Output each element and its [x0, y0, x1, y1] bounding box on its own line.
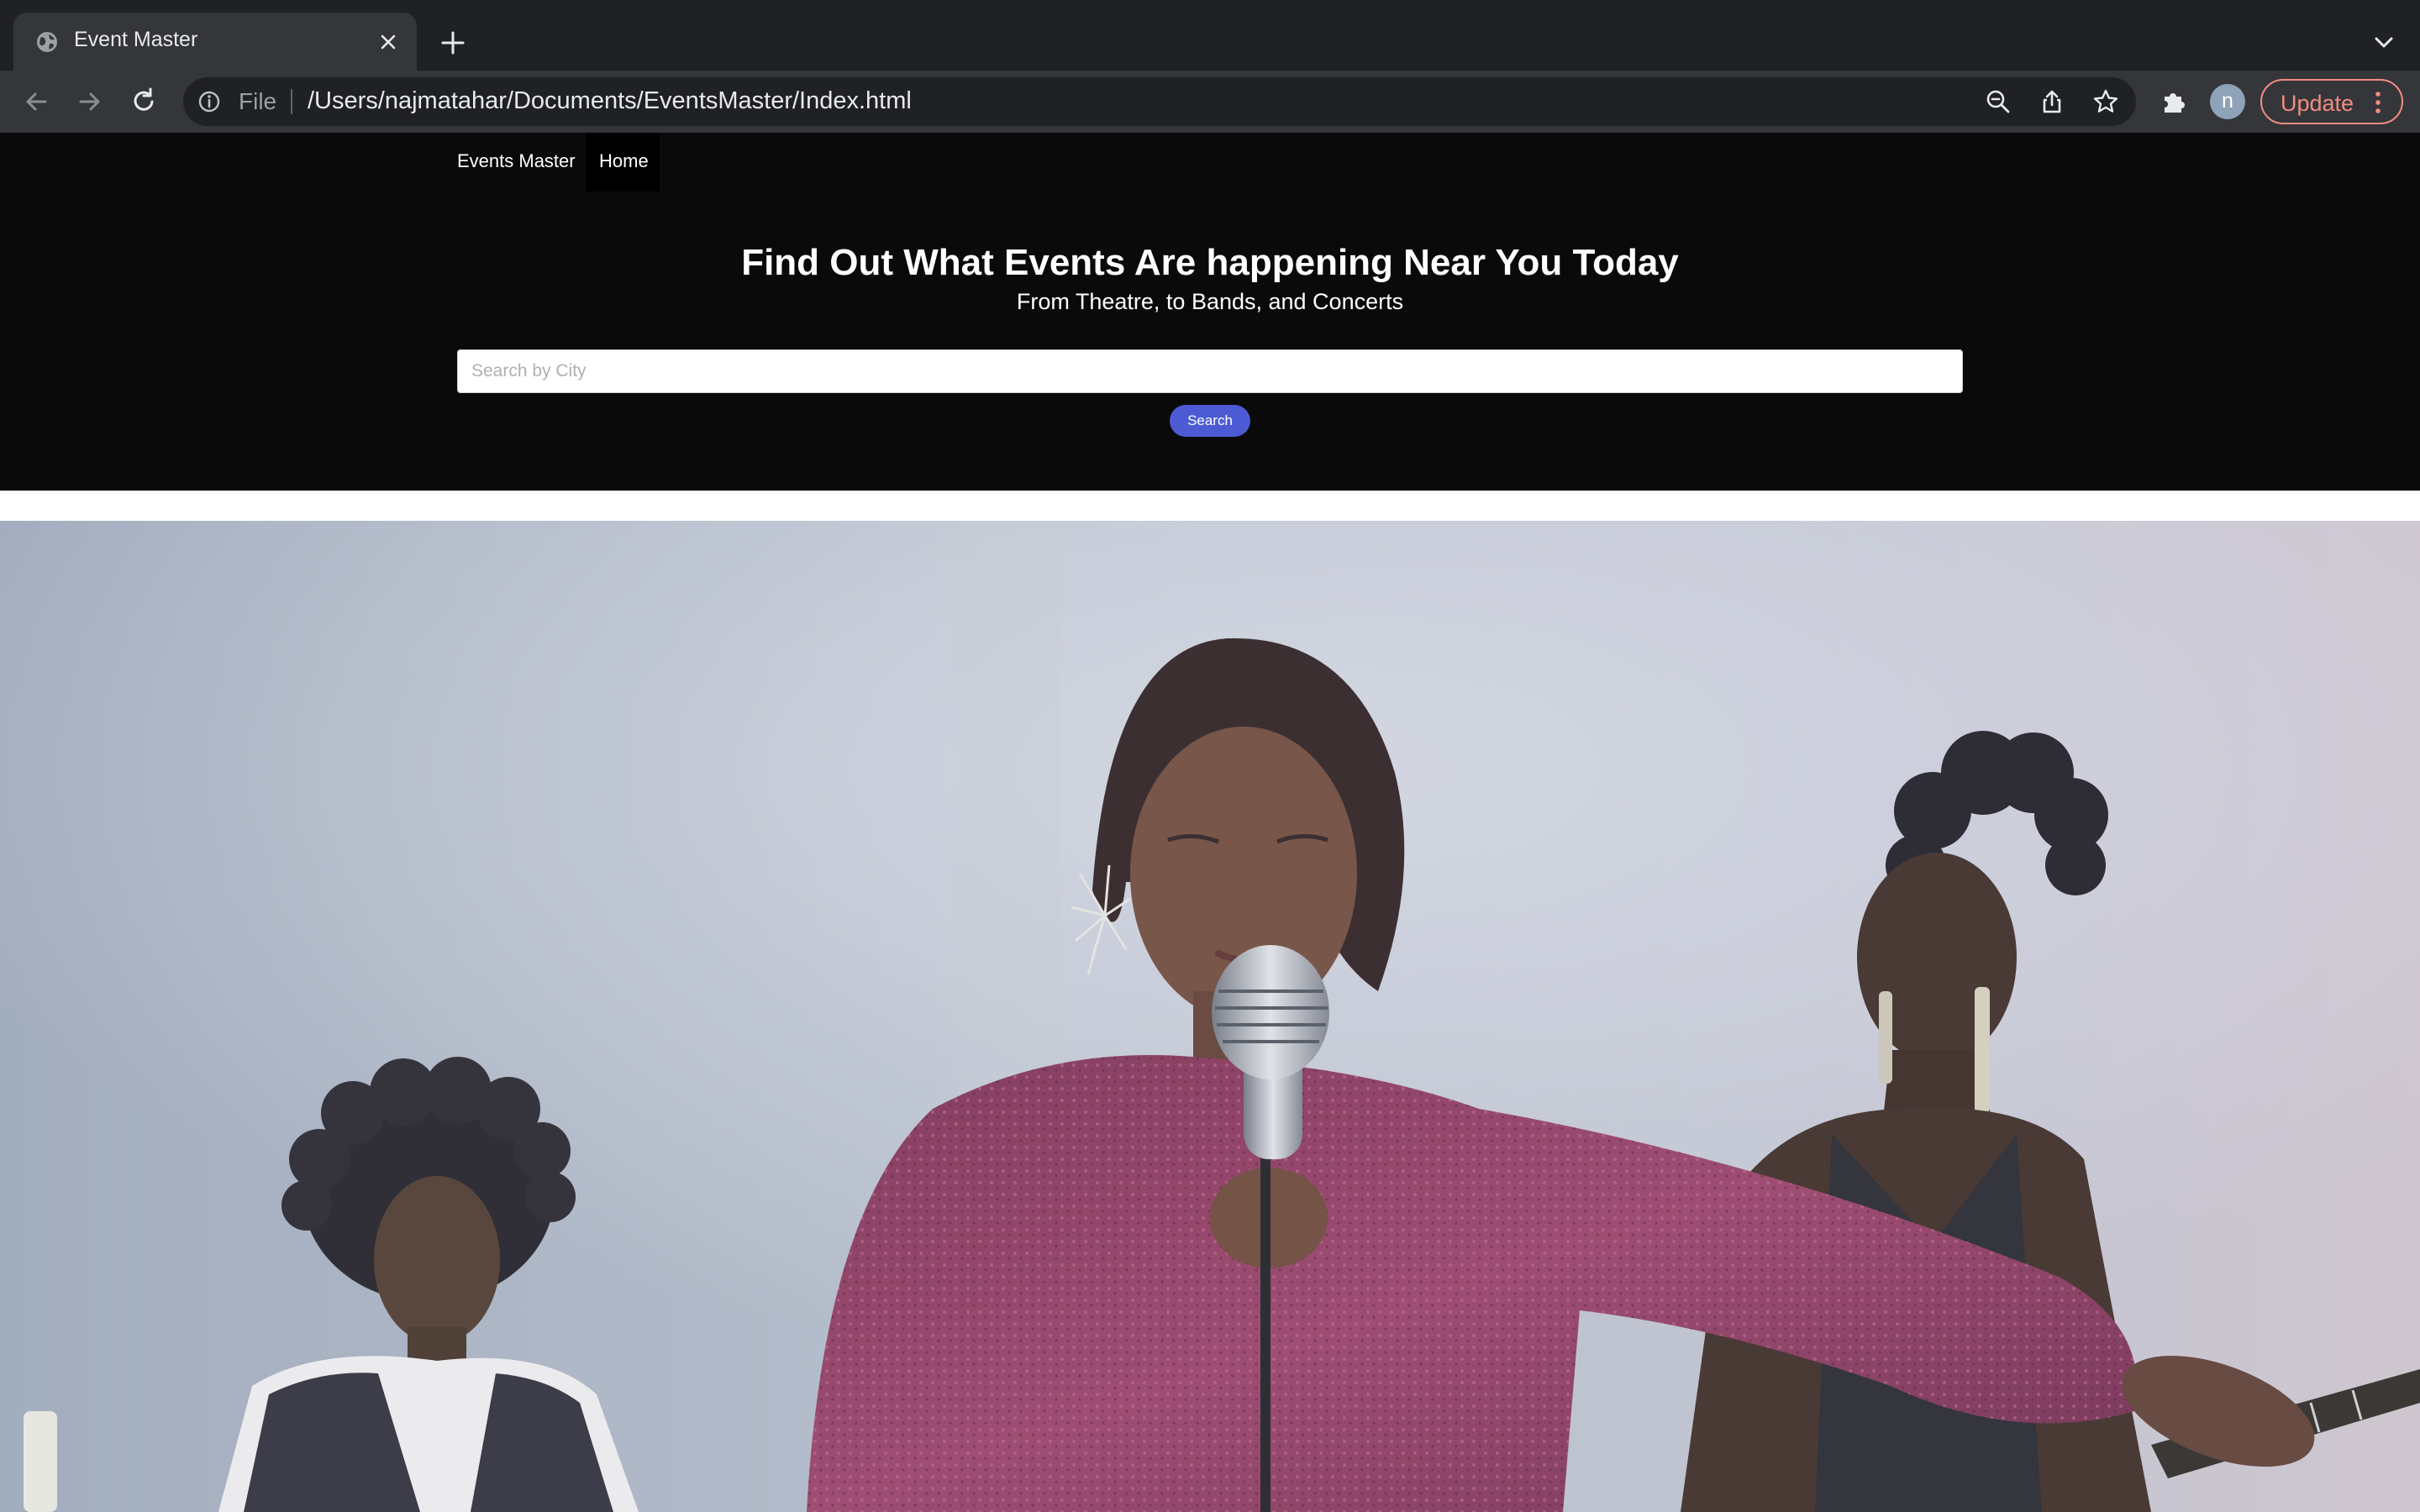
page-subtitle: From Theatre, to Bands, and Concerts: [1016, 289, 1404, 314]
avatar[interactable]: n: [2210, 84, 2245, 119]
update-button[interactable]: Update: [2260, 79, 2403, 124]
zoom-out-icon[interactable]: [1985, 88, 2012, 115]
city-search-input[interactable]: [457, 349, 1963, 393]
address-scheme: File: [239, 88, 277, 114]
band-performance-illustration: [0, 521, 2420, 1512]
puzzle-icon[interactable]: [2160, 87, 2188, 116]
address-bar[interactable]: File /Users/najmatahar/Documents/EventsM…: [183, 77, 2136, 126]
tab-title: Event Master: [74, 28, 198, 51]
plus-icon[interactable]: [439, 29, 467, 57]
arrow-left-icon[interactable]: [20, 86, 52, 118]
info-icon[interactable]: [197, 89, 222, 114]
section-divider: [0, 491, 2420, 521]
address-url[interactable]: /Users/najmatahar/Documents/EventsMaster…: [308, 87, 912, 115]
chevron-down-icon[interactable]: [2371, 30, 2396, 55]
reload-icon[interactable]: [128, 86, 160, 118]
kebab-menu-icon[interactable]: [2373, 90, 2383, 115]
close-icon[interactable]: [376, 30, 400, 54]
brand-link[interactable]: Events Master: [457, 150, 576, 172]
nav-item-label: Home: [599, 150, 649, 171]
hero-band-photo: [0, 521, 2420, 1512]
search-button[interactable]: Search: [1170, 405, 1250, 437]
share-icon[interactable]: [2039, 88, 2065, 115]
arrow-right-icon[interactable]: [74, 86, 106, 118]
address-divider: [291, 89, 292, 114]
page-title: Find Out What Events Are happening Near …: [741, 242, 1679, 283]
star-icon[interactable]: [2092, 88, 2119, 115]
browser-toolbar: File /Users/najmatahar/Documents/EventsM…: [0, 71, 2420, 133]
navbar: Events Master Home: [0, 133, 2420, 192]
nav-item-home[interactable]: Home: [586, 133, 660, 192]
browser-tab-strip: Event Master: [0, 0, 2420, 71]
browser-tab[interactable]: Event Master: [13, 13, 417, 71]
globe-icon: [37, 32, 57, 52]
update-label: Update: [2281, 91, 2354, 116]
page-header: Events Master Home Find Out What Events …: [0, 133, 2420, 491]
